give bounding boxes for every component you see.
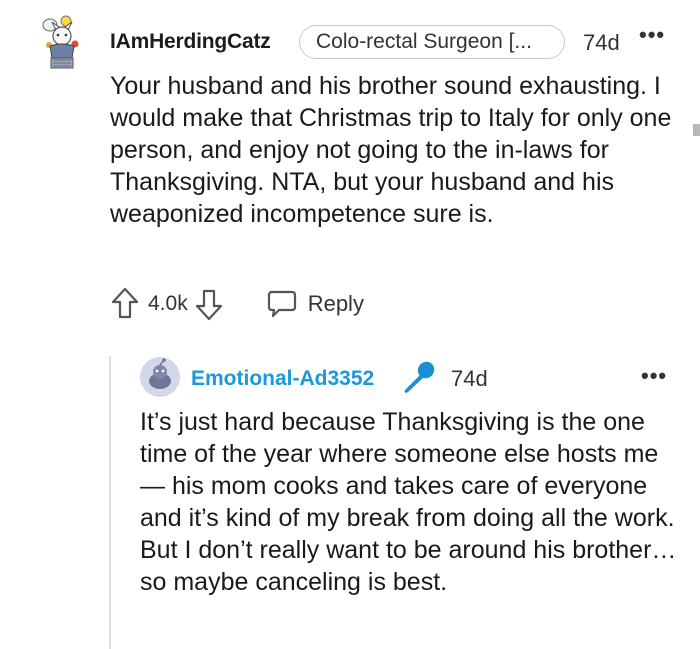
arrow-down-outline-icon	[195, 289, 222, 321]
reply-avatar[interactable]	[140, 357, 180, 397]
snoo-avatar-icon	[140, 357, 180, 397]
reply-more-options-button[interactable]: •••	[641, 363, 667, 389]
avatar[interactable]	[36, 12, 88, 72]
arrow-up-outline-icon	[111, 287, 139, 319]
vote-score: 4.0k	[148, 292, 188, 315]
speech-bubble-icon	[267, 290, 296, 318]
user-flair: Colo-rectal Surgeon [...	[299, 25, 565, 59]
reply-body: It’s just hard because Thanksgiving is t…	[140, 408, 677, 596]
upvote-button[interactable]	[110, 286, 140, 322]
scrollbar[interactable]	[693, 124, 700, 136]
thread-line[interactable]	[109, 356, 111, 649]
comment-actions: 4.0k Reply	[110, 285, 364, 323]
comment-body: Your husband and his brother sound exhau…	[110, 72, 672, 228]
reply-button[interactable]: Reply	[266, 289, 364, 319]
cat-avatar-icon	[42, 15, 79, 69]
timestamp: 74d	[583, 30, 620, 55]
username[interactable]: IAmHerdingCatz	[110, 30, 271, 54]
microphone-icon	[400, 359, 438, 397]
downvote-button[interactable]	[194, 286, 224, 322]
more-options-button[interactable]: •••	[639, 22, 665, 48]
reply-timestamp: 74d	[451, 366, 488, 391]
reply-username[interactable]: Emotional-Ad3352	[191, 367, 374, 391]
reply-label: Reply	[307, 291, 364, 316]
